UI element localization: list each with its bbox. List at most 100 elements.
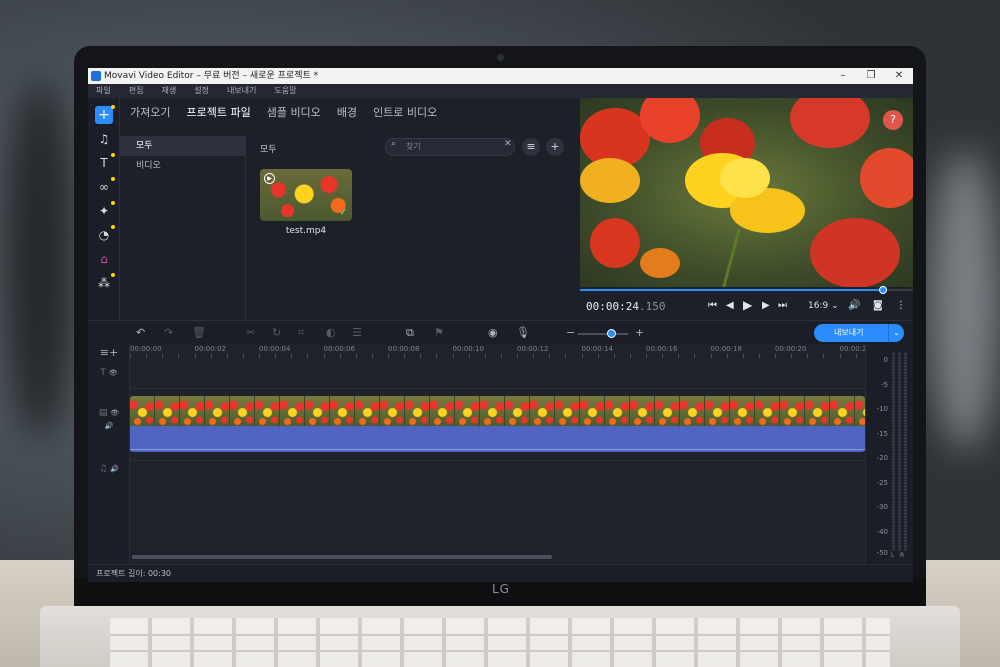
video-track-icon: ▤ bbox=[98, 408, 108, 418]
menu-help[interactable]: 도움말 bbox=[274, 84, 296, 98]
tab-backgrounds[interactable]: 배경 bbox=[337, 104, 357, 120]
crop-icon[interactable]: ⌗ bbox=[298, 326, 304, 340]
play-icon[interactable]: ▶ bbox=[743, 298, 752, 312]
video-preview[interactable]: ? bbox=[580, 98, 913, 287]
ruler-tick bbox=[742, 354, 744, 358]
help-button[interactable]: ? bbox=[883, 110, 903, 130]
clear-search-icon[interactable]: ✕ bbox=[504, 139, 512, 149]
title-bar: Movavi Video Editor – 무료 버전 – 새로운 프로젝트 *… bbox=[88, 68, 913, 84]
voiceover-icon[interactable]: 🎙 bbox=[516, 326, 530, 339]
close-button[interactable]: ✕ bbox=[885, 68, 913, 84]
clip-properties-icon[interactable]: ☰ bbox=[352, 326, 362, 339]
redo-icon[interactable]: ↷ bbox=[164, 326, 173, 339]
webcam-record-icon[interactable]: ◉ bbox=[488, 326, 498, 339]
zoom-out-icon[interactable]: − bbox=[566, 326, 575, 339]
music-icon[interactable]: ♫ bbox=[95, 130, 113, 148]
cut-icon[interactable]: ✂ bbox=[246, 326, 255, 339]
effects-icon[interactable]: ✦ bbox=[95, 201, 115, 220]
audio-clip[interactable] bbox=[130, 426, 865, 452]
status-bar: 프로젝트 길이: 00:30 bbox=[88, 564, 913, 582]
add-media-button[interactable]: + bbox=[546, 138, 564, 156]
timeline[interactable]: 00:00:00 00:00:02 00:00:04 00:00:06 00:00:08… bbox=[130, 344, 867, 564]
rotate-icon[interactable]: ↻ bbox=[272, 326, 281, 339]
category-all[interactable]: 모두 bbox=[120, 136, 245, 156]
overlay-icon[interactable]: ⧉ bbox=[406, 326, 414, 340]
next-frame-icon[interactable]: ▶ bbox=[762, 300, 770, 311]
previous-frame-icon[interactable]: ◀ bbox=[726, 300, 734, 311]
menu-playback[interactable]: 재생 bbox=[161, 84, 176, 98]
export-button[interactable]: 내보내기 ⌄ bbox=[814, 324, 904, 342]
aspect-ratio-select[interactable]: 16:9 ⌄ bbox=[808, 301, 839, 311]
skip-to-end-icon[interactable]: ⏭ bbox=[778, 300, 787, 311]
ruler-tick-label: 00:00:16 bbox=[646, 345, 678, 353]
export-dropdown-icon[interactable]: ⌄ bbox=[888, 324, 904, 342]
search-icon: ⌕ bbox=[391, 139, 397, 149]
mute-icon[interactable]: 🔊 bbox=[110, 465, 119, 473]
ruler-tick-label: 00:00:12 bbox=[517, 345, 549, 353]
menu-file[interactable]: 파일 bbox=[96, 84, 111, 98]
progress-knob[interactable] bbox=[879, 286, 888, 294]
menu-edit[interactable]: 편집 bbox=[129, 84, 144, 98]
play-icon[interactable]: ▶ bbox=[264, 173, 275, 184]
sort-button[interactable]: ≡ bbox=[522, 138, 540, 156]
more-tools-icon[interactable]: ⁂ bbox=[95, 273, 115, 292]
ruler-tick bbox=[533, 354, 535, 358]
tab-import[interactable]: 가져오기 bbox=[130, 104, 170, 120]
visibility-icon[interactable]: 👁 bbox=[110, 409, 119, 417]
ruler-tick-label: 00:00:10 bbox=[452, 345, 484, 353]
video-clip[interactable] bbox=[130, 396, 865, 426]
menu-settings[interactable]: 설정 bbox=[194, 84, 209, 98]
title-track-header: T 👁 bbox=[88, 368, 130, 378]
ruler-tick bbox=[307, 354, 309, 358]
mute-icon[interactable]: 🔊 bbox=[88, 422, 130, 430]
titles-icon[interactable]: T bbox=[95, 153, 115, 172]
undo-icon[interactable]: ↶ bbox=[136, 326, 145, 339]
brand-logo: LG bbox=[492, 582, 510, 596]
zoom-slider[interactable] bbox=[578, 333, 628, 335]
minimize-button[interactable]: – bbox=[829, 68, 857, 84]
marker-icon[interactable]: ⚑ bbox=[434, 326, 444, 339]
add-track-icon[interactable]: ≡+ bbox=[88, 346, 130, 359]
zoom-in-icon[interactable]: + bbox=[635, 326, 644, 339]
stickers-icon[interactable]: ⌂ bbox=[95, 250, 113, 268]
timeline-ruler[interactable]: 00:00:00 00:00:02 00:00:04 00:00:06 00:00:08… bbox=[130, 344, 867, 358]
tab-sample-videos[interactable]: 샘플 비디오 bbox=[267, 104, 321, 120]
transitions-icon[interactable]: ∞ bbox=[95, 177, 115, 196]
export-label: 내보내기 bbox=[834, 328, 864, 337]
ruler-tick bbox=[855, 354, 857, 358]
ruler-tick bbox=[130, 354, 131, 358]
ruler-tick bbox=[452, 354, 454, 358]
ruler-tick bbox=[629, 354, 631, 358]
zoom-slider-knob[interactable] bbox=[607, 329, 616, 338]
delete-icon[interactable]: 🗑 bbox=[192, 326, 206, 339]
preview-progress[interactable] bbox=[580, 286, 913, 294]
ruler-tick bbox=[420, 354, 422, 358]
ruler-tick bbox=[500, 354, 502, 358]
skip-to-start-icon[interactable]: ⏮ bbox=[708, 300, 717, 311]
visibility-icon[interactable]: 👁 bbox=[109, 369, 118, 377]
search-input[interactable]: 찾기 bbox=[385, 138, 515, 156]
timeline-scrollbar[interactable] bbox=[132, 555, 552, 559]
category-video[interactable]: 비디오 bbox=[120, 156, 245, 176]
media-thumbnail[interactable]: ▶ ✓ bbox=[260, 169, 352, 221]
ruler-tick bbox=[549, 354, 551, 358]
import-add-button[interactable]: + bbox=[95, 105, 115, 124]
ruler-tick-label: 00:00:06 bbox=[323, 345, 355, 353]
ruler-tick bbox=[807, 354, 809, 358]
track-divider bbox=[130, 388, 865, 389]
filters-icon[interactable]: ◔ bbox=[95, 225, 115, 244]
volume-icon[interactable]: 🔊 bbox=[848, 300, 860, 311]
webcam-icon bbox=[497, 54, 504, 61]
ruler-tick bbox=[581, 354, 583, 358]
menu-bar: 파일 편집 재생 설정 내보내기 도움말 bbox=[88, 84, 913, 98]
maximize-button[interactable]: ❐ bbox=[857, 68, 885, 84]
more-options-icon[interactable]: ⋮ bbox=[896, 300, 906, 311]
tab-intro-videos[interactable]: 인트로 비디오 bbox=[373, 104, 437, 120]
tab-project-files[interactable]: 프로젝트 파일 bbox=[186, 104, 250, 120]
meter-bar-right bbox=[898, 352, 901, 550]
preview-flower-main bbox=[720, 158, 770, 198]
menu-export[interactable]: 내보내기 bbox=[227, 84, 256, 98]
ruler-tick bbox=[565, 354, 567, 358]
snapshot-icon[interactable]: ◙ bbox=[873, 300, 883, 311]
color-adjust-icon[interactable]: ◐ bbox=[326, 326, 336, 339]
